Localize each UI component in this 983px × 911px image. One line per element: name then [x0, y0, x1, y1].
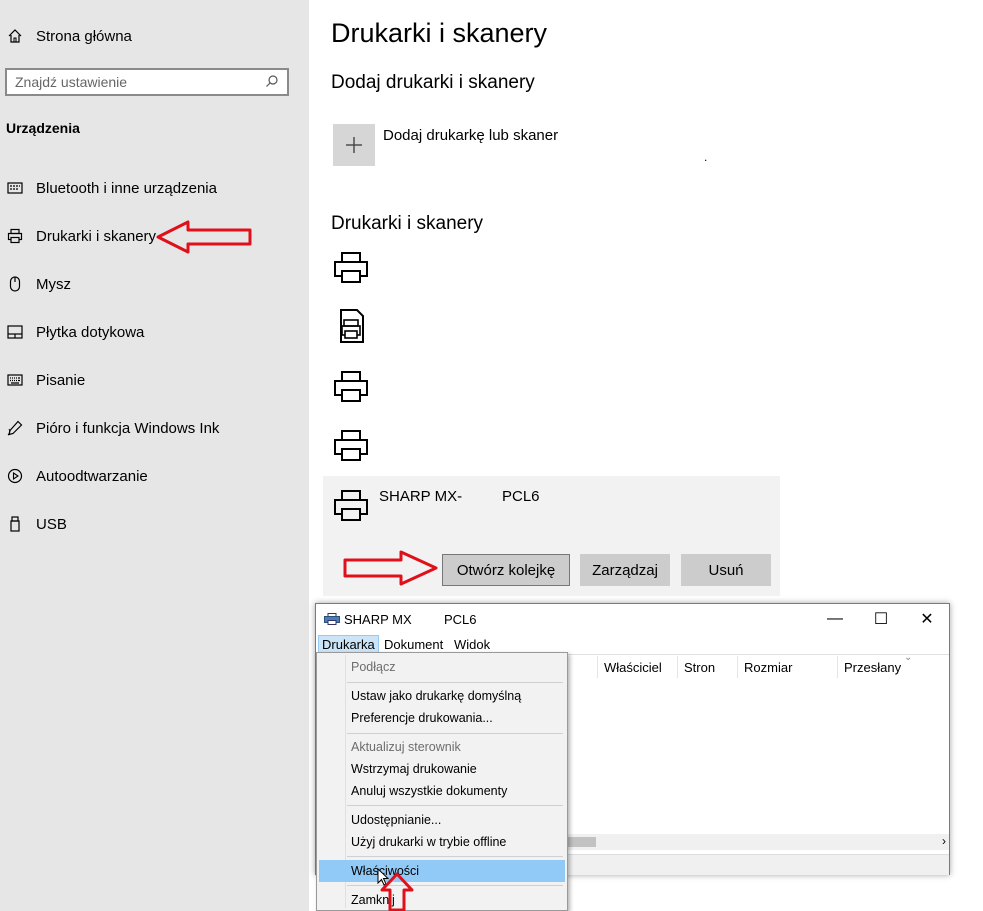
- minimize-button[interactable]: —: [812, 604, 858, 634]
- sidebar-item-label: Bluetooth i inne urządzenia: [36, 179, 217, 197]
- menu-document[interactable]: Dokument: [384, 637, 443, 652]
- printer-icon: [324, 613, 340, 628]
- usb-icon: [6, 516, 24, 532]
- menu-separator: [347, 682, 563, 683]
- annotation-arrow-right: [343, 550, 438, 586]
- menu-separator: [347, 733, 563, 734]
- add-section-title: Dodaj drukarki i skanery: [331, 72, 535, 93]
- printer-icon: [334, 490, 368, 521]
- search-icon[interactable]: [265, 74, 279, 91]
- pen-icon: [6, 420, 24, 436]
- keyboard-icon: [6, 374, 24, 386]
- close-button[interactable]: ✕: [904, 604, 950, 634]
- menu-item-cancel-all[interactable]: Anuluj wszystkie dokumenty: [351, 780, 507, 802]
- home-icon: [6, 28, 24, 44]
- sidebar-item-printers[interactable]: Drukarki i skanery: [6, 224, 156, 248]
- scroll-right-arrow[interactable]: ›: [942, 834, 946, 848]
- remove-button[interactable]: Usuń: [681, 554, 771, 586]
- bluetooth-devices-icon: [6, 181, 24, 195]
- sidebar-item-pen[interactable]: Pióro i funkcja Windows Ink: [6, 416, 219, 440]
- printer-icon: [6, 228, 24, 244]
- sort-chevron-icon: ⌄: [904, 652, 913, 663]
- sidebar-item-label: Pióro i funkcja Windows Ink: [36, 419, 220, 437]
- column-pages[interactable]: Stron: [677, 656, 736, 678]
- menu-separator: [347, 856, 563, 857]
- section-title-devices: Urządzenia: [6, 120, 80, 136]
- home-label: Strona główna: [36, 27, 132, 45]
- sidebar-item-typing[interactable]: Pisanie: [6, 368, 85, 392]
- annotation-arrow-up: [380, 872, 414, 911]
- window-titlebar[interactable]: SHARP MX PCL6 — ☐ ✕: [316, 604, 949, 634]
- stray-dot: .: [704, 150, 708, 164]
- sidebar-item-mouse[interactable]: Mysz: [6, 272, 71, 296]
- search-placeholder: Znajdź ustawienie: [15, 74, 128, 90]
- sidebar-item-label: Drukarki i skanery: [36, 227, 157, 245]
- menu-item-set-default[interactable]: Ustaw jako drukarkę domyślną: [351, 685, 521, 707]
- touchpad-icon: [6, 325, 24, 339]
- maximize-button[interactable]: ☐: [858, 604, 904, 634]
- sidebar-item-label: Płytka dotykowa: [36, 323, 145, 341]
- printer-icon[interactable]: [333, 369, 369, 405]
- menu-item-preferences[interactable]: Preferencje drukowania...: [351, 707, 493, 729]
- column-owner[interactable]: Właściciel: [597, 656, 676, 678]
- mouse-icon: [6, 276, 24, 292]
- menu-item-pause[interactable]: Wstrzymaj drukowanie: [351, 758, 477, 780]
- settings-search-box[interactable]: Znajdź ustawienie: [5, 68, 289, 96]
- page-title: Drukarki i skanery: [331, 18, 548, 48]
- printer-icon[interactable]: [333, 250, 369, 286]
- scrollbar-thumb[interactable]: [566, 837, 596, 847]
- menu-item-update-driver: Aktualizuj sterownik: [351, 740, 461, 754]
- horizontal-scrollbar[interactable]: ›: [566, 834, 949, 850]
- settings-sidebar: Strona główna Znajdź ustawienie Urządzen…: [0, 0, 309, 911]
- add-printer-label[interactable]: Dodaj drukarkę lub skaner: [383, 127, 558, 144]
- annotation-arrow-left: [156, 220, 252, 254]
- printer-dropdown-menu: Podłącz Ustaw jako drukarkę domyślną Pre…: [316, 652, 568, 911]
- menu-bar: Drukarka Dokument Widok: [316, 634, 949, 654]
- window-title-driver: PCL6: [444, 612, 477, 627]
- plus-icon: [345, 129, 363, 161]
- printer-name: SHARP MX-: [379, 488, 463, 505]
- sidebar-item-label: Autoodtwarzanie: [36, 467, 148, 485]
- menu-view[interactable]: Widok: [454, 637, 490, 652]
- open-queue-button[interactable]: Otwórz kolejkę: [442, 554, 570, 586]
- window-title-name: SHARP MX: [344, 612, 412, 627]
- printer-driver: PCL6: [502, 488, 540, 505]
- autoplay-icon: [6, 468, 24, 484]
- sidebar-item-autoplay[interactable]: Autoodtwarzanie: [6, 464, 148, 488]
- sidebar-item-usb[interactable]: USB: [6, 512, 67, 536]
- column-size[interactable]: Rozmiar: [737, 656, 836, 678]
- menu-item-connect: Podłącz: [351, 660, 396, 674]
- sidebar-item-touchpad[interactable]: Płytka dotykowa: [6, 320, 144, 344]
- printer-icon[interactable]: [333, 428, 369, 464]
- sidebar-item-label: Pisanie: [36, 371, 86, 389]
- add-printer-button[interactable]: [333, 124, 375, 166]
- printers-section-title: Drukarki i skanery: [331, 213, 484, 234]
- menu-item-sharing[interactable]: Udostępnianie...: [351, 809, 441, 831]
- sidebar-item-label: USB: [36, 515, 67, 533]
- status-bar: [566, 854, 949, 875]
- home-link[interactable]: Strona główna: [6, 24, 132, 48]
- fax-printer-icon[interactable]: [333, 308, 369, 344]
- sidebar-item-bluetooth[interactable]: Bluetooth i inne urządzenia: [6, 176, 217, 200]
- manage-button[interactable]: Zarządzaj: [580, 554, 670, 586]
- menu-separator: [347, 805, 563, 806]
- sidebar-item-label: Mysz: [36, 275, 71, 293]
- menu-item-offline[interactable]: Użyj drukarki w trybie offline: [351, 831, 506, 853]
